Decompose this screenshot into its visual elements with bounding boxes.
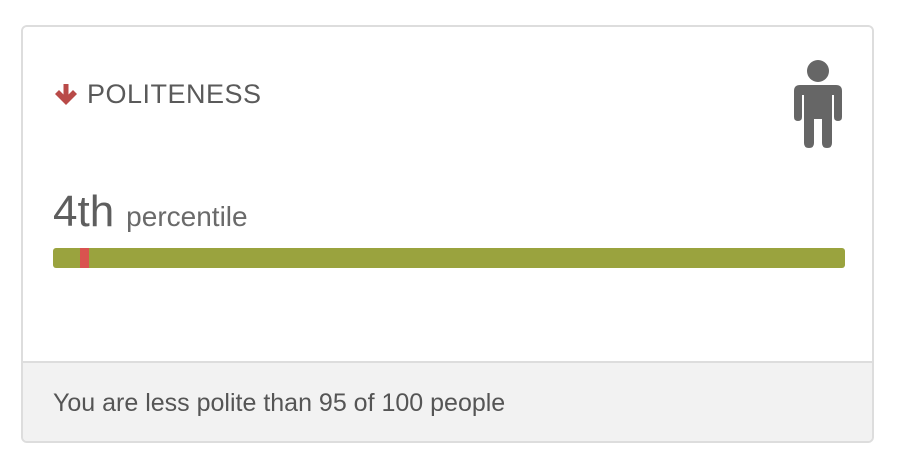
- percentile-bar: [53, 248, 845, 268]
- comparison-text: You are less polite than 95 of 100 peopl…: [53, 389, 506, 417]
- percentile-row: 4th percentile: [53, 187, 248, 237]
- card-body: POLITENESS 4th percentile: [23, 27, 872, 361]
- person-icon: [792, 59, 844, 149]
- trait-title: POLITENESS: [87, 79, 262, 109]
- percentile-marker: [80, 248, 89, 268]
- arrow-down-icon: [53, 82, 79, 108]
- trait-header: POLITENESS: [53, 79, 262, 110]
- card-footer: You are less polite than 95 of 100 peopl…: [23, 361, 872, 441]
- percentile-label: percentile: [126, 201, 248, 232]
- politeness-card: POLITENESS 4th percentile You are less p…: [21, 25, 874, 443]
- percentile-value: 4th: [53, 187, 115, 236]
